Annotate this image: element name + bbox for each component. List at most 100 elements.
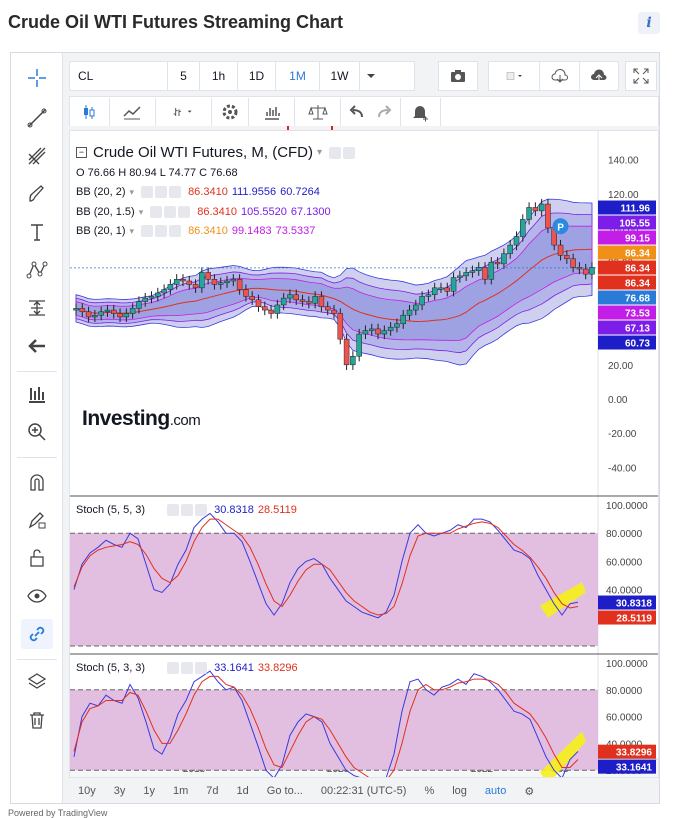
- link-icon[interactable]: [21, 619, 53, 649]
- line-icon[interactable]: [21, 103, 53, 133]
- price-badge-label: 67.13: [625, 324, 650, 335]
- interval-1w[interactable]: 1W: [320, 62, 360, 90]
- pitchfork-icon[interactable]: [21, 141, 53, 171]
- candle-body: [482, 267, 488, 280]
- logo-text: Investing: [82, 407, 170, 430]
- candle-body: [457, 275, 463, 278]
- settings-icon[interactable]: [212, 97, 250, 126]
- candle-body: [463, 272, 469, 277]
- alert-icon[interactable]: [401, 97, 441, 126]
- color-square-icon[interactable]: [489, 62, 539, 90]
- candle-body: [520, 219, 526, 237]
- candle-body: [450, 277, 457, 292]
- range-1m[interactable]: 1m: [164, 785, 197, 797]
- bb1-lower: 60.7264: [280, 186, 320, 198]
- stoch-tick: 100.0000: [606, 659, 648, 670]
- candle-body: [501, 253, 507, 265]
- stoch1-k: 30.8318: [214, 504, 254, 516]
- eye-icon[interactable]: [21, 581, 53, 611]
- pattern-icon[interactable]: [21, 255, 53, 285]
- fullscreen-icon[interactable]: [626, 62, 656, 90]
- interval-1h[interactable]: 1h: [200, 62, 238, 90]
- candle-body: [249, 296, 255, 301]
- candle-body: [111, 309, 117, 314]
- auto-toggle[interactable]: auto: [476, 785, 515, 797]
- investing-logo: Investing.com: [82, 407, 201, 431]
- goto-button[interactable]: Go to...: [258, 785, 312, 797]
- candle-body: [299, 299, 306, 302]
- cloud-upload-icon[interactable]: [580, 62, 618, 90]
- camera-icon[interactable]: [439, 62, 477, 90]
- candle-body: [406, 309, 413, 316]
- footer-text: Powered by TradingView: [8, 808, 108, 818]
- range-7d[interactable]: 7d: [197, 785, 227, 797]
- price-tick: 140.00: [608, 156, 639, 167]
- redo-icon[interactable]: [371, 97, 401, 126]
- bb3-basis: 86.3410: [188, 225, 228, 237]
- brush-icon[interactable]: [21, 179, 53, 209]
- price-tick: 120.00: [608, 190, 639, 201]
- percent-toggle[interactable]: %: [415, 785, 443, 797]
- lock-icon[interactable]: [21, 543, 53, 573]
- candle-body: [205, 272, 211, 280]
- bb2-legend[interactable]: BB (20, 1.5) ▾ 86.3410 105.5520 67.1300: [76, 206, 331, 218]
- candle-body: [274, 304, 281, 314]
- compare-icon[interactable]: [156, 97, 212, 126]
- indicators-icon[interactable]: [110, 97, 156, 126]
- lock-drawing-icon[interactable]: [21, 505, 53, 535]
- gear-icon[interactable]: ⚙: [515, 785, 543, 798]
- zoom-icon[interactable]: [21, 417, 53, 447]
- back-arrow-icon[interactable]: [21, 331, 53, 361]
- candles-icon[interactable]: [70, 97, 110, 126]
- balance-icon[interactable]: [295, 97, 342, 126]
- bb3-lower: 73.5337: [275, 225, 316, 237]
- interval-5[interactable]: 5: [168, 62, 200, 90]
- layers-icon[interactable]: [21, 667, 53, 697]
- stoch-tick: 100.0000: [606, 501, 648, 512]
- range-3y[interactable]: 3y: [105, 785, 135, 797]
- measure-icon[interactable]: [21, 293, 53, 323]
- bb1-legend[interactable]: BB (20, 2) ▾ 86.3410 111.9556 60.7264: [76, 186, 320, 198]
- candle-body: [375, 328, 381, 335]
- log-toggle[interactable]: log: [443, 785, 476, 797]
- interval-1m[interactable]: 1M: [276, 62, 320, 90]
- candle-body: [431, 287, 438, 295]
- cloud-download-icon[interactable]: [540, 62, 580, 90]
- stoch-tick: 60.0000: [606, 557, 643, 568]
- main-legend-title[interactable]: − Crude Oil WTI Futures, M, (CFD) ▾: [76, 144, 358, 161]
- symbol-input[interactable]: CL: [70, 62, 168, 90]
- trash-icon[interactable]: [21, 705, 53, 735]
- stoch1-legend[interactable]: Stoch (5, 5, 3) 30.8318 28.5119: [76, 504, 297, 516]
- interval-1d[interactable]: 1D: [238, 62, 276, 90]
- magnet-icon[interactable]: [21, 467, 53, 497]
- candle-body: [199, 272, 205, 289]
- candle-body: [73, 308, 79, 311]
- candle-body: [507, 244, 513, 254]
- price-badge-label: 111.96: [621, 204, 651, 215]
- undo-icon[interactable]: [341, 98, 371, 126]
- bb3-label: BB (20, 1): [76, 225, 126, 237]
- fullscreen-group: [625, 61, 657, 91]
- info-icon[interactable]: i: [638, 12, 660, 34]
- text-icon[interactable]: [21, 217, 53, 247]
- chart-area[interactable]: P 140.00120.00100.0080.0060.0040.0020.00…: [69, 130, 659, 778]
- stoch2-d: 33.8296: [257, 662, 298, 674]
- candle-body: [538, 203, 545, 212]
- range-1y[interactable]: 1y: [134, 785, 164, 797]
- crosshair-icon[interactable]: [21, 63, 53, 93]
- candle-body: [444, 287, 451, 292]
- candle-body: [387, 326, 394, 331]
- interval-dropdown-button[interactable]: [360, 62, 382, 90]
- candle-body: [318, 296, 325, 307]
- range-10y[interactable]: 10y: [69, 785, 105, 797]
- interval-toolbar: CL 5 1h 1D 1M 1W: [69, 61, 415, 91]
- range-1d[interactable]: 1d: [228, 785, 258, 797]
- candle-body: [582, 268, 589, 275]
- stoch2-legend[interactable]: Stoch (5, 3, 3) 33.1641 33.8296: [76, 662, 298, 674]
- bb3-legend[interactable]: BB (20, 1) ▾ 86.3410 99.1483 73.5337: [76, 225, 315, 237]
- bars-icon[interactable]: [249, 97, 296, 126]
- price-tick: -40.00: [608, 463, 637, 474]
- long-position-icon[interactable]: [21, 379, 53, 409]
- bb2-basis: 86.3410: [197, 206, 237, 218]
